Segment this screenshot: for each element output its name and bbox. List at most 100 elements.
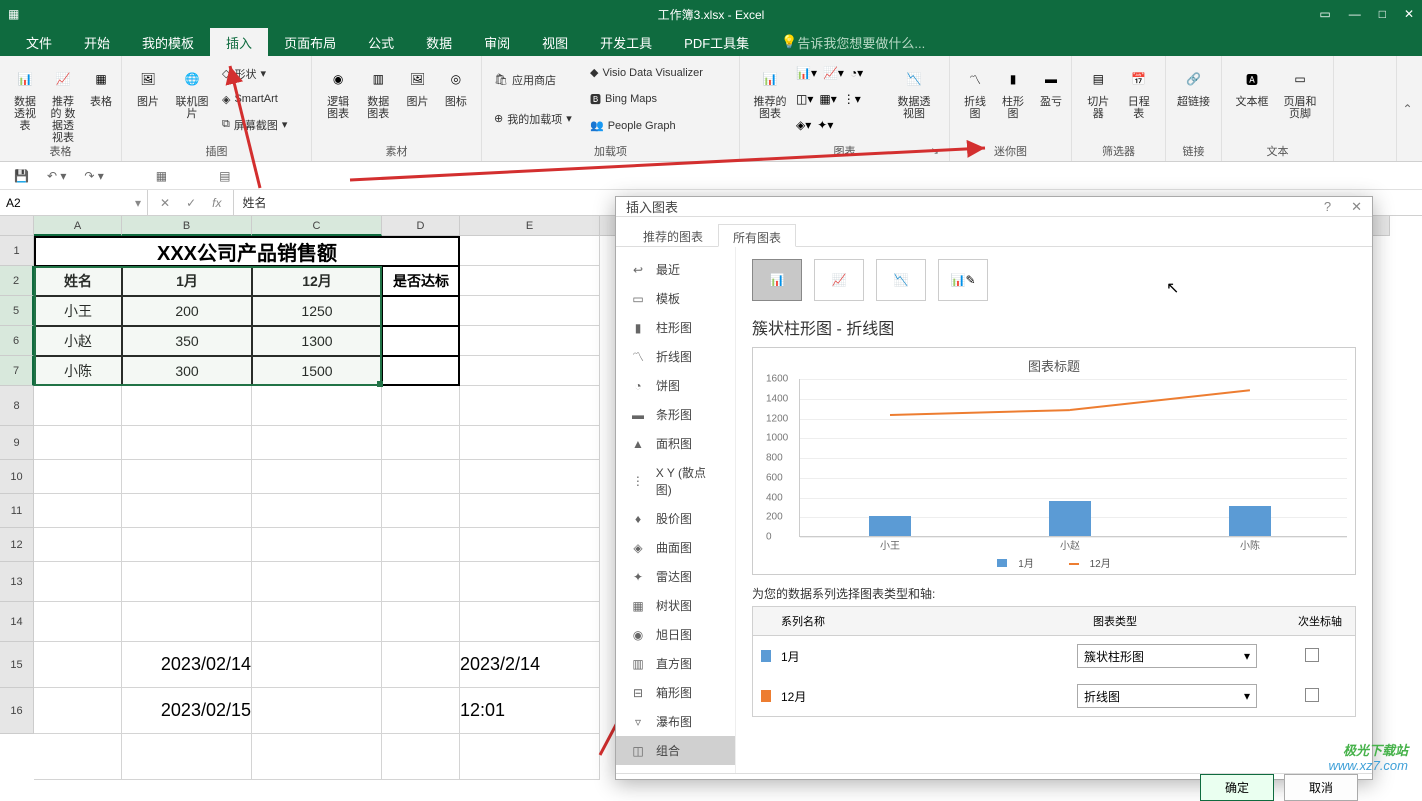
row-header-2[interactable]: 2 <box>0 266 34 296</box>
row-header-7[interactable]: 7 <box>0 356 34 386</box>
visio-addin-button[interactable]: ◆ Visio Data Visualizer <box>586 64 707 81</box>
pivot-table-button[interactable]: 📊数据 透视表 <box>8 60 42 136</box>
data-cell-r2-c0[interactable]: 小陈 <box>34 356 122 386</box>
textbox-button[interactable]: 🅰文本框 <box>1230 60 1274 112</box>
col-header-A[interactable]: A <box>34 216 122 236</box>
data-cell-r1-c3[interactable] <box>382 326 460 356</box>
ok-button[interactable]: 确定 <box>1200 774 1274 801</box>
sidebar-item-1[interactable]: ▭模板 <box>616 284 735 313</box>
tab-pagelayout[interactable]: 页面布局 <box>268 28 352 56</box>
data-cell-r2-c1[interactable]: 300 <box>122 356 252 386</box>
stat-chart-icon[interactable]: ▦▾ <box>819 92 836 106</box>
row-header-13[interactable]: 13 <box>0 562 34 602</box>
recommended-pivot-button[interactable]: 📈推荐的 数据透视表 <box>46 60 80 148</box>
col-header-E[interactable]: E <box>460 216 600 236</box>
row-header-1[interactable]: 1 <box>0 236 34 266</box>
screenshot-button[interactable]: ⧉ 屏幕截图 ▾ <box>218 115 291 135</box>
sparkline-winloss-button[interactable]: ▬盈亏 <box>1034 60 1068 112</box>
row-header-11[interactable]: 11 <box>0 494 34 528</box>
cancel-formula-icon[interactable]: ✕ <box>160 196 170 210</box>
data-cell-r1-c2[interactable]: 1300 <box>252 326 382 356</box>
row-header-9[interactable]: 9 <box>0 426 34 460</box>
header-cell-2[interactable]: 12月 <box>252 266 382 296</box>
dialog-close-icon[interactable]: ✕ <box>1351 199 1362 215</box>
row-header-16[interactable]: 16 <box>0 688 34 734</box>
qat-icon-2[interactable]: ▤ <box>219 169 230 183</box>
sidebar-item-14[interactable]: ⊟箱形图 <box>616 678 735 707</box>
hyperlink-button[interactable]: 🔗超链接 <box>1174 60 1213 112</box>
smartart-button[interactable]: ◈ SmartArt <box>218 91 291 108</box>
name-box[interactable]: A2▾ <box>0 190 148 215</box>
data-cell-r2-c2[interactable]: 1500 <box>252 356 382 386</box>
sidebar-item-15[interactable]: ▿瀑布图 <box>616 707 735 736</box>
date-cell-2[interactable]: 2023/2/14 <box>460 642 600 688</box>
row-header-10[interactable]: 10 <box>0 460 34 494</box>
col-header-D[interactable]: D <box>382 216 460 236</box>
row-header-6[interactable]: 6 <box>0 326 34 356</box>
row-header-5[interactable]: 5 <box>0 296 34 326</box>
scatter-chart-icon[interactable]: ⋮▾ <box>843 92 861 106</box>
combo-subtype-2[interactable]: 📈 <box>814 259 864 301</box>
header-footer-button[interactable]: ▭页眉和页脚 <box>1278 60 1322 124</box>
data-cell-r0-c1[interactable]: 200 <box>122 296 252 326</box>
row-header-8[interactable]: 8 <box>0 386 34 426</box>
ribbon-collapse-icon[interactable]: ⌃ <box>1402 102 1412 116</box>
row-header-12[interactable]: 12 <box>0 528 34 562</box>
logic-chart-button[interactable]: ◉逻辑 图表 <box>320 60 356 124</box>
sidebar-item-6[interactable]: ▲面积图 <box>616 429 735 458</box>
pictures-button[interactable]: 🖼图片 <box>130 60 166 112</box>
series-type-combo[interactable]: 折线图▾ <box>1077 684 1257 708</box>
sidebar-item-0[interactable]: ↩最近 <box>616 255 735 284</box>
combo-subtype-1[interactable]: 📊 <box>752 259 802 301</box>
ribbon-options-icon[interactable]: ▭ <box>1319 7 1330 21</box>
data-cell-r1-c1[interactable]: 350 <box>122 326 252 356</box>
col-header-C[interactable]: C <box>252 216 382 236</box>
shapes-button[interactable]: ◇ 形状 ▾ <box>218 64 291 84</box>
cancel-button[interactable]: 取消 <box>1284 774 1358 801</box>
title-cell[interactable]: XXX公司产品销售额 <box>34 236 460 266</box>
redo-icon[interactable]: ↷ ▾ <box>84 169 103 183</box>
date-cell-4[interactable]: 12:01 <box>460 688 600 734</box>
sidebar-item-3[interactable]: 〽折线图 <box>616 342 735 371</box>
secondary-axis-checkbox[interactable] <box>1305 688 1319 702</box>
sidebar-item-7[interactable]: ⋮X Y (散点图) <box>616 458 735 504</box>
sidebar-item-4[interactable]: ◔饼图 <box>616 371 735 400</box>
data-chart-button[interactable]: ▥数据 图表 <box>360 60 396 124</box>
tab-mytemplates[interactable]: 我的模板 <box>126 28 210 56</box>
close-icon[interactable]: ✕ <box>1404 7 1414 21</box>
charts-dialog-launcher[interactable]: ↘ <box>931 146 939 157</box>
sidebar-item-8[interactable]: ♦股价图 <box>616 504 735 533</box>
app-store-button[interactable]: 🛍 应用商店 <box>490 70 582 90</box>
tab-review[interactable]: 审阅 <box>468 28 526 56</box>
sidebar-item-11[interactable]: ▦树状图 <box>616 591 735 620</box>
tell-me[interactable]: 💡 告诉我您想要做什么... <box>765 28 941 56</box>
date-cell-3[interactable]: 2023/02/15 <box>122 688 252 734</box>
data-cell-r0-c3[interactable] <box>382 296 460 326</box>
sidebar-item-10[interactable]: ✦雷达图 <box>616 562 735 591</box>
data-cell-r1-c0[interactable]: 小赵 <box>34 326 122 356</box>
series-type-combo[interactable]: 簇状柱形图▾ <box>1077 644 1257 668</box>
sidebar-item-2[interactable]: ▮柱形图 <box>616 313 735 342</box>
bar-chart-icon[interactable]: 📊▾ <box>796 66 817 80</box>
table-button[interactable]: ▦表格 <box>84 60 118 112</box>
date-cell-1[interactable]: 2023/02/14 <box>122 642 252 688</box>
sparkline-line-button[interactable]: 〽折线图 <box>958 60 992 124</box>
enter-formula-icon[interactable]: ✓ <box>186 196 196 210</box>
sparkline-col-button[interactable]: ▮柱形图 <box>996 60 1030 124</box>
dialog-tab-all[interactable]: 所有图表 <box>718 224 796 247</box>
sidebar-item-9[interactable]: ◈曲面图 <box>616 533 735 562</box>
slicer-button[interactable]: ▤切片器 <box>1080 60 1117 124</box>
surface-chart-icon[interactable]: ◈▾ <box>796 118 811 132</box>
elem-image-button[interactable]: 🖼图片 <box>400 60 434 112</box>
header-cell-1[interactable]: 1月 <box>122 266 252 296</box>
pie-chart-icon[interactable]: ◔▾ <box>850 66 863 80</box>
tab-formulas[interactable]: 公式 <box>352 28 410 56</box>
tab-file[interactable]: 文件 <box>10 28 68 56</box>
dialog-help-icon[interactable]: ? <box>1324 199 1331 215</box>
tab-view[interactable]: 视图 <box>526 28 584 56</box>
sidebar-item-5[interactable]: ▬条形图 <box>616 400 735 429</box>
people-graph-button[interactable]: 👥 People Graph <box>586 117 707 134</box>
line-chart-icon[interactable]: 📈▾ <box>823 66 844 80</box>
row-header-14[interactable]: 14 <box>0 602 34 642</box>
tab-developer[interactable]: 开发工具 <box>584 28 668 56</box>
